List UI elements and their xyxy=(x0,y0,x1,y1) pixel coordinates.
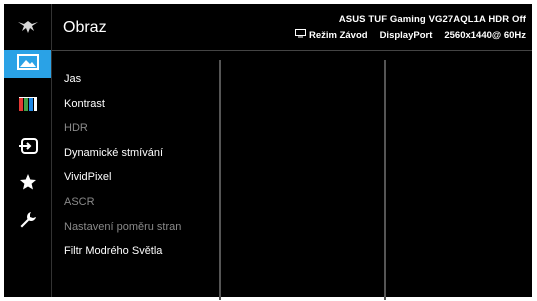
resolution-label: 2560x1440@ 60Hz xyxy=(444,29,526,41)
color-bars-icon xyxy=(18,96,38,117)
sidebar-item-favorites[interactable] xyxy=(4,170,51,198)
monitor-icon xyxy=(294,29,306,41)
menu-item-brightness[interactable]: Jas xyxy=(64,73,81,85)
model-info: ASUS TUF Gaming VG27AQL1A HDR Off xyxy=(338,14,526,25)
menu-item-ascr[interactable]: ASCR xyxy=(64,196,95,208)
tuf-logo-icon xyxy=(4,4,51,50)
page-title: Obraz xyxy=(63,19,107,36)
star-icon xyxy=(19,173,37,196)
column-divider xyxy=(219,60,221,300)
status-line: Režim Závod DisplayPort 2560x1440@ 60Hz xyxy=(294,29,526,41)
image-icon xyxy=(16,53,39,75)
menu-item-hdr[interactable]: HDR xyxy=(64,122,88,134)
sidebar-item-system[interactable] xyxy=(4,208,51,236)
sidebar-item-image[interactable] xyxy=(4,50,51,78)
menu-item-dynamic-dimming[interactable]: Dynamické stmívání xyxy=(64,147,163,159)
wrench-icon xyxy=(19,211,37,234)
menu-item-vividpixel[interactable]: VividPixel xyxy=(64,171,112,183)
menu-item-aspect-ratio[interactable]: Nastavení poměru stran xyxy=(64,221,181,233)
header: Obraz ASUS TUF Gaming VG27AQL1A HDR Off … xyxy=(52,4,532,51)
menu-item-contrast[interactable]: Kontrast xyxy=(64,98,105,110)
column-divider xyxy=(384,60,386,300)
sidebar-item-color[interactable] xyxy=(4,92,51,120)
sidebar-item-input[interactable] xyxy=(4,134,51,162)
input-source-icon xyxy=(18,137,38,159)
mode-label: Režim Závod xyxy=(308,29,368,41)
menu-item-blue-light-filter[interactable]: Filtr Modrého Světla xyxy=(64,245,162,257)
osd-panel: Obraz ASUS TUF Gaming VG27AQL1A HDR Off … xyxy=(4,4,532,300)
osd-window: Obraz ASUS TUF Gaming VG27AQL1A HDR Off … xyxy=(0,0,537,301)
sidebar xyxy=(4,4,52,297)
input-label: DisplayPort xyxy=(379,29,433,41)
